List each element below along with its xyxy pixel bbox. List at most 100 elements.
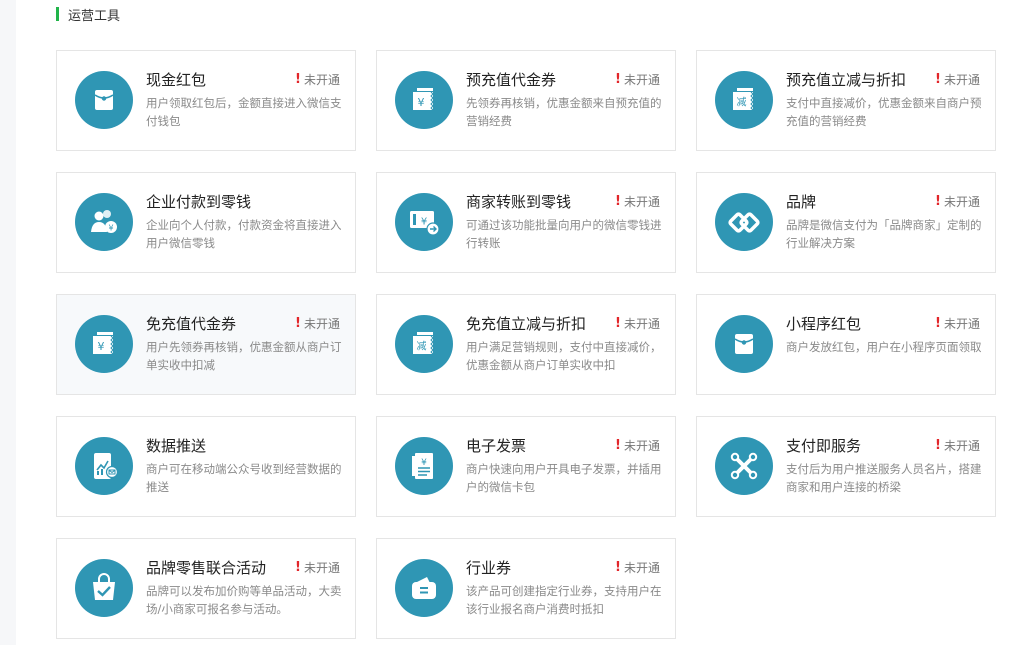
tool-description: 先领券再核销，优惠金额来自预充值的营销经费 <box>466 96 662 128</box>
warning-icon: ! <box>295 72 301 87</box>
shopping-bag-icon <box>75 559 133 617</box>
tool-card[interactable]: 小程序红包! 未开通 商户发放红包，用户在小程序页面领取 <box>696 294 996 395</box>
status-badge: ! 未开通 <box>935 71 980 88</box>
status-badge: ! 未开通 <box>295 315 340 332</box>
status-text: 未开通 <box>943 317 980 331</box>
brand-link-icon <box>715 193 773 251</box>
yuan-coupon-icon: ¥ <box>75 315 133 373</box>
tool-name: 商家转账到零钱 <box>466 193 572 211</box>
tool-name: 支付即服务 <box>786 437 862 455</box>
tool-description: 品牌可以发布加价购等单品活动，大卖场/小商家可报名参与活动。 <box>146 584 342 616</box>
warning-icon: ! <box>615 194 621 209</box>
tool-name: 品牌零售联合活动 <box>146 559 267 577</box>
svg-text:¥: ¥ <box>418 96 425 109</box>
svg-text:¥: ¥ <box>421 458 427 468</box>
tool-name: 电子发票 <box>466 437 527 455</box>
warning-icon: ! <box>615 316 621 331</box>
transfer-icon: ¥ <box>395 193 453 251</box>
tool-card[interactable]: 减免充值立减与折扣! 未开通 用户满足营销规则，支付中直接减价，优惠金额从商户订单实… <box>376 294 676 395</box>
tool-name: 预充值代金券 <box>466 71 557 89</box>
tool-description: 商户快速向用户开具电子发票，并插用户的微信卡包 <box>466 462 662 494</box>
warning-icon: ! <box>615 72 621 87</box>
tool-description: 支付中直接减价，优惠金额来自商户预充值的营销经费 <box>786 96 982 128</box>
tool-card[interactable]: 现金红包! 未开通 用户领取红包后，金额直接进入微信支付钱包 <box>56 50 356 151</box>
tool-description: 商户可在移动端公众号收到经营数据的推送 <box>146 462 342 494</box>
status-badge: ! 未开通 <box>615 559 660 576</box>
tool-name: 预充值立减与折扣 <box>786 71 907 89</box>
tool-name: 小程序红包 <box>786 315 862 333</box>
tool-card[interactable]: ¥ 电子发票! 未开通 商户快速向用户开具电子发票，并插用户的微信卡包 <box>376 416 676 517</box>
yuan-coupon-icon: ¥ <box>395 71 453 129</box>
tool-name: 品牌 <box>786 193 817 211</box>
status-badge: ! 未开通 <box>615 193 660 210</box>
tool-description: 可通过该功能批量向用户的微信零钱进行转账 <box>466 218 662 250</box>
status-badge: ! 未开通 <box>935 193 980 210</box>
tool-card[interactable]: 数据推送商户可在移动端公众号收到经营数据的推送 <box>56 416 356 517</box>
tool-card[interactable]: ¥ 免充值代金券! 未开通 用户先领券再核销，优惠金额从商户订单实收中扣减 <box>56 294 356 395</box>
tool-description: 用户领取红包后，金额直接进入微信支付钱包 <box>146 96 342 128</box>
status-badge: ! 未开通 <box>615 315 660 332</box>
discount-coupon-icon: 减 <box>395 315 453 373</box>
status-text: 未开通 <box>623 195 660 209</box>
status-text: 未开通 <box>303 73 340 87</box>
svg-text:¥: ¥ <box>421 217 427 228</box>
invoice-icon: ¥ <box>395 437 453 495</box>
status-badge: ! 未开通 <box>615 71 660 88</box>
svg-text:¥: ¥ <box>108 224 113 233</box>
svg-text:减: 减 <box>737 97 747 109</box>
discount-coupon-icon: 减 <box>715 71 773 129</box>
warning-icon: ! <box>295 316 301 331</box>
tool-card[interactable]: 支付即服务! 未开通 支付后为用户推送服务人员名片，搭建商家和用户连接的桥梁 <box>696 416 996 517</box>
section-header: 运营工具 <box>56 6 121 24</box>
warning-icon: ! <box>295 560 301 575</box>
warning-icon: ! <box>935 72 941 87</box>
status-text: 未开通 <box>623 561 660 575</box>
tool-card[interactable]: ¥ 企业付款到零钱企业向个人付款，付款资金将直接进入用户微信零钱 <box>56 172 356 273</box>
svg-text:¥: ¥ <box>98 340 105 353</box>
tool-grid: 现金红包! 未开通 用户领取红包后，金额直接进入微信支付钱包 ¥ 预充值代金券! 未开通先… <box>56 50 996 639</box>
svg-text:减: 减 <box>417 341 427 353</box>
warning-icon: ! <box>935 194 941 209</box>
tool-card[interactable]: 品牌! 未开通 品牌是微信支付为「品牌商家」定制的行业解决方案 <box>696 172 996 273</box>
tool-description: 企业向个人付款，付款资金将直接进入用户微信零钱 <box>146 218 342 250</box>
tool-card[interactable]: ¥ 商家转账到零钱! 未开通 可通过该功能批量向用户的微信零钱进行转账 <box>376 172 676 273</box>
title-accent-bar <box>56 7 59 21</box>
red-packet-icon <box>715 315 773 373</box>
status-badge: ! 未开通 <box>935 437 980 454</box>
status-text: 未开通 <box>943 73 980 87</box>
data-push-icon <box>75 437 133 495</box>
tool-name: 免充值立减与折扣 <box>466 315 587 333</box>
warning-icon: ! <box>935 316 941 331</box>
tool-name: 免充值代金券 <box>146 315 237 333</box>
status-badge: ! 未开通 <box>935 315 980 332</box>
tool-name: 企业付款到零钱 <box>146 193 252 211</box>
status-badge: ! 未开通 <box>615 437 660 454</box>
tool-card[interactable]: 品牌零售联合活动! 未开通 品牌可以发布加价购等单品活动，大卖场/小商家可报名参与活… <box>56 538 356 639</box>
status-text: 未开通 <box>623 317 660 331</box>
tool-description: 商户发放红包，用户在小程序页面领取 <box>786 340 982 354</box>
status-text: 未开通 <box>943 439 980 453</box>
tool-card[interactable]: 减预充值立减与折扣! 未开通 支付中直接减价，优惠金额来自商户预充值的营销经费 <box>696 50 996 151</box>
tool-name: 数据推送 <box>146 437 207 455</box>
tool-description: 用户先领券再核销，优惠金额从商户订单实收中扣减 <box>146 340 342 372</box>
status-text: 未开通 <box>303 317 340 331</box>
wallet-icon <box>395 559 453 617</box>
warning-icon: ! <box>615 438 621 453</box>
tool-name: 现金红包 <box>146 71 207 89</box>
people-money-icon: ¥ <box>75 193 133 251</box>
tool-name: 行业券 <box>466 559 512 577</box>
tool-description: 该产品可创建指定行业券，支持用户在该行业报名商户消费时抵扣 <box>466 584 662 616</box>
status-badge: ! 未开通 <box>295 71 340 88</box>
tool-card[interactable]: 行业券! 未开通 该产品可创建指定行业券，支持用户在该行业报名商户消费时抵扣 <box>376 538 676 639</box>
status-text: 未开通 <box>623 439 660 453</box>
service-link-icon <box>715 437 773 495</box>
status-text: 未开通 <box>943 195 980 209</box>
left-gutter <box>0 0 16 645</box>
section-title: 运营工具 <box>68 8 121 24</box>
tool-description: 品牌是微信支付为「品牌商家」定制的行业解决方案 <box>786 218 982 250</box>
warning-icon: ! <box>615 560 621 575</box>
tool-description: 用户满足营销规则，支付中直接减价，优惠金额从商户订单实收中扣 <box>466 340 662 372</box>
tool-card[interactable]: ¥ 预充值代金券! 未开通 先领券再核销，优惠金额来自预充值的营销经费 <box>376 50 676 151</box>
status-text: 未开通 <box>623 73 660 87</box>
warning-icon: ! <box>935 438 941 453</box>
